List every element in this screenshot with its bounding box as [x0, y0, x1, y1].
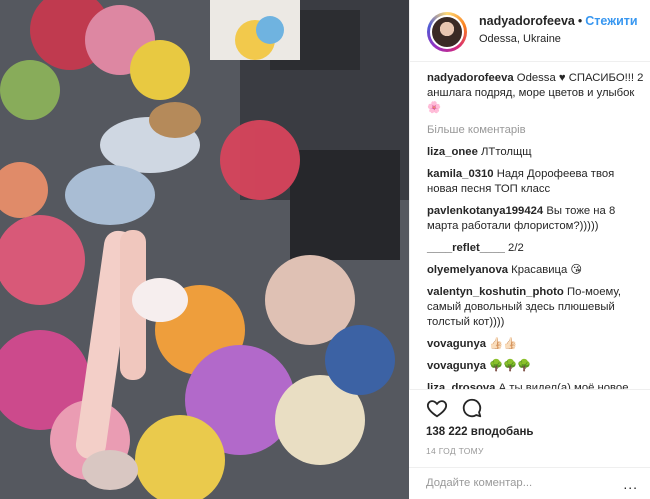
comment-item: olyemelyanova Красавица 😘 [427, 263, 647, 278]
comment-username[interactable]: pavlenkotanya199424 [427, 205, 543, 217]
comments-list: nadyadorofeeva Odessa ♥ СПАСИБО!!! 2 анш… [427, 71, 647, 403]
comment-icon[interactable] [461, 397, 483, 419]
add-comment-bar: ... [409, 467, 650, 499]
comment-input[interactable] [426, 477, 606, 489]
comment-item: kamila_0310 Надя Дорофеева твоя новая пе… [427, 167, 647, 197]
post-time: 14 ГОД ТОМУ [426, 446, 484, 456]
likes-count[interactable]: 138 222 вподобань [426, 426, 534, 438]
follow-button[interactable]: Стежити [585, 14, 637, 28]
comment-text: ЛТтолщщ [481, 146, 532, 158]
comment-item: valentyn_koshutin_photo По-моему, самый … [427, 285, 647, 330]
comment-username[interactable]: vovagunya [427, 338, 486, 350]
comment-username[interactable]: vovagunya [427, 360, 486, 372]
comment-username[interactable]: liza_onee [427, 146, 478, 158]
post-photo-illustration [0, 0, 409, 499]
more-comments-link[interactable]: Більше коментарів [427, 123, 647, 138]
comment-item: vovagunya 👍🏻👍🏻 [427, 337, 647, 352]
caption-username[interactable]: nadyadorofeeva [427, 72, 514, 84]
comment-username[interactable]: ____reflet____ [427, 242, 505, 254]
header-username[interactable]: nadyadorofeeva [479, 14, 575, 28]
header-text: nadyadorofeeva • Стежити Odessa, Ukraine [479, 14, 649, 45]
post-photo[interactable] [0, 0, 409, 499]
avatar[interactable] [427, 12, 467, 52]
comment-item: vovagunya 🌳🌳🌳 [427, 359, 647, 374]
comment-username[interactable]: valentyn_koshutin_photo [427, 286, 564, 298]
post-header: nadyadorofeeva • Стежити Odessa, Ukraine [410, 0, 650, 62]
heart-icon[interactable] [426, 397, 448, 419]
comment-item: ____reflet____ 2/2 [427, 241, 647, 256]
comment-text: Красавица 😘 [511, 264, 583, 276]
comment-text: 👍🏻👍🏻 [489, 338, 518, 350]
comment-username[interactable]: kamila_0310 [427, 168, 494, 180]
comment-text: 2/2 [508, 242, 524, 254]
avatar-photo [430, 15, 464, 49]
comment-item: liza_onee ЛТтолщщ [427, 145, 647, 160]
location-link[interactable]: Odessa, Ukraine [479, 33, 649, 45]
post-actions: 138 222 вподобань 14 ГОД ТОМУ ... [409, 389, 650, 499]
comment-text: 🌳🌳🌳 [489, 360, 532, 372]
caption: nadyadorofeeva Odessa ♥ СПАСИБО!!! 2 анш… [427, 71, 647, 116]
more-options-icon[interactable]: ... [623, 476, 638, 492]
comment-item: pavlenkotanya199424 Вы тоже на 8 марта р… [427, 204, 647, 234]
separator-dot: • [577, 14, 583, 28]
comment-username[interactable]: olyemelyanova [427, 264, 508, 276]
